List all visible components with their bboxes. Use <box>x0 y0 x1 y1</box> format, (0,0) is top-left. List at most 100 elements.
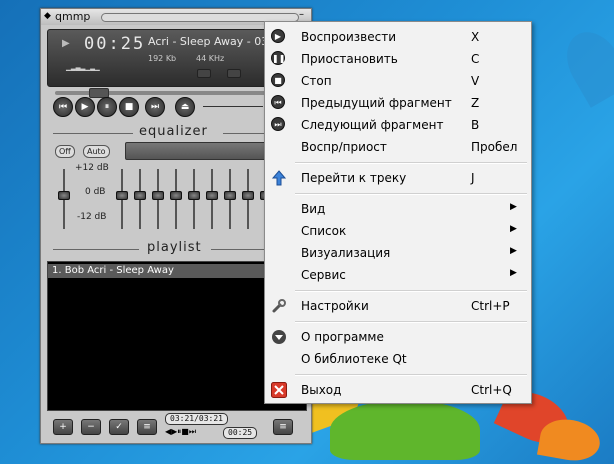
wrench-icon <box>271 298 287 314</box>
previous-icon: ⏮ <box>271 95 287 111</box>
menu-item-label: О программе <box>301 330 384 344</box>
menu-item-label: Визуализация <box>301 246 391 260</box>
wallpaper-leaf-green <box>330 400 480 460</box>
menu-item-shortcut: Пробел <box>471 140 518 154</box>
playlist-menu-button[interactable]: ≡ <box>273 419 293 435</box>
volume-slider-line[interactable] <box>203 106 263 107</box>
mini-transport-controls[interactable]: ◀▶⏸■⏭ <box>165 427 196 437</box>
menu-item-label: Настройки <box>301 299 369 313</box>
seek-bar[interactable] <box>55 88 291 98</box>
about-icon <box>271 329 287 345</box>
preamp-knob[interactable] <box>58 191 70 200</box>
wallpaper-leaf-right <box>555 22 614 108</box>
menu-item-visualization[interactable]: Визуализация ▶ <box>265 242 531 264</box>
play-button[interactable]: ▶ <box>75 97 95 117</box>
equalizer-rule-left <box>53 133 133 134</box>
menu-item-settings[interactable]: Настройки Ctrl+P <box>265 295 531 317</box>
eq-band-knob[interactable] <box>206 191 218 200</box>
eq-presets-bar[interactable] <box>125 142 267 160</box>
play-status-icon: ▶ <box>62 38 70 49</box>
menu-item-list[interactable]: Список ▶ <box>265 220 531 242</box>
menu-separator <box>295 193 527 195</box>
previous-button[interactable]: ⏮ <box>53 97 73 117</box>
equalizer-title: equalizer <box>139 124 208 139</box>
time-display: 00:25 <box>84 34 146 54</box>
position-display: 03:21/03:21 <box>165 413 228 425</box>
eq-auto-toggle[interactable]: Auto <box>83 145 110 158</box>
eq-band-knob[interactable] <box>116 191 128 200</box>
menu-item-play-pause[interactable]: Воспр/приост Пробел <box>265 136 531 158</box>
menu-item-about-qt[interactable]: О библиотеке Qt <box>265 348 531 370</box>
play-icon: ▶ <box>271 29 287 45</box>
menu-item-shortcut: J <box>471 171 475 185</box>
eq-band-knob[interactable] <box>242 191 254 200</box>
next-icon: ⏭ <box>271 117 287 133</box>
menu-item-about[interactable]: О программе <box>265 326 531 348</box>
remove-button[interactable]: − <box>81 419 101 435</box>
menu-item-service[interactable]: Сервис ▶ <box>265 264 531 286</box>
menu-item-shortcut: X <box>471 30 480 44</box>
balance-knob[interactable] <box>227 69 241 78</box>
exit-icon <box>271 382 287 398</box>
eq-band-knob[interactable] <box>170 191 182 200</box>
playlist-toolbar: + − ✓ ≡ 03:21/03:21 ◀▶⏸■⏭ 00:25 ≡ <box>47 411 305 441</box>
playlist-rule-left <box>53 249 139 250</box>
eq-band-knob[interactable] <box>188 191 200 200</box>
eq-band-knob[interactable] <box>152 191 164 200</box>
playlist-title: playlist <box>147 240 202 255</box>
menu-item-label: Воспроизвести <box>301 30 396 44</box>
menu-item-label: Предыдущий фрагмент <box>301 96 452 110</box>
menu-item-label: Список <box>301 224 347 238</box>
playlist-row-title: 1. Bob Acri - Sleep Away <box>52 265 174 276</box>
menu-item-pause[interactable]: ❚❚ Приостановить C <box>265 48 531 70</box>
misc-button[interactable]: ≡ <box>137 419 157 435</box>
menu-item-label: Перейти к треку <box>301 171 407 185</box>
db-zero-label: 0 dB <box>85 187 106 197</box>
samplerate-display: 44 KHz <box>196 54 225 63</box>
eq-band-knob[interactable] <box>224 191 236 200</box>
menu-item-label: Стоп <box>301 74 332 88</box>
menu-item-jump-to-track[interactable]: Перейти к треку J <box>265 167 531 189</box>
next-button[interactable]: ⏭ <box>145 97 165 117</box>
eq-off-toggle[interactable]: Off <box>55 145 75 158</box>
menu-item-shortcut: Z <box>471 96 480 110</box>
menu-item-label: Выход <box>301 383 342 397</box>
select-button[interactable]: ✓ <box>109 419 129 435</box>
visualization: ▁▂▃▂▁▂▁ <box>66 62 100 71</box>
menu-item-exit[interactable]: Выход Ctrl+Q <box>265 379 531 401</box>
db-minus-label: -12 dB <box>77 212 107 222</box>
menu-item-stop[interactable]: ■ Стоп V <box>265 70 531 92</box>
minimize-icon[interactable]: – <box>299 9 304 20</box>
menu-item-label: Вид <box>301 202 326 216</box>
db-plus-label: +12 dB <box>75 163 109 173</box>
menu-item-previous[interactable]: ⏮ Предыдущий фрагмент Z <box>265 92 531 114</box>
app-title: qmmp <box>55 10 91 23</box>
jump-arrow-icon <box>271 170 287 186</box>
menu-item-shortcut: V <box>471 74 480 88</box>
menu-separator <box>295 374 527 376</box>
menu-item-view[interactable]: Вид ▶ <box>265 198 531 220</box>
menu-item-play[interactable]: ▶ Воспроизвести X <box>265 26 531 48</box>
titlebar-menu-icon[interactable]: ◆ <box>44 11 51 21</box>
menu-item-shortcut: Ctrl+P <box>471 299 510 313</box>
eject-button[interactable]: ⏏ <box>175 97 195 117</box>
menu-separator <box>295 162 527 164</box>
menu-separator <box>295 290 527 292</box>
menu-item-label: Приостановить <box>301 52 398 66</box>
submenu-arrow-icon: ▶ <box>510 246 517 256</box>
add-button[interactable]: + <box>53 419 73 435</box>
submenu-arrow-icon: ▶ <box>510 224 517 234</box>
stop-button[interactable]: ■ <box>119 97 139 117</box>
eq-band-knob[interactable] <box>134 191 146 200</box>
context-menu: ▶ Воспроизвести X ❚❚ Приостановить C ■ С… <box>264 21 532 404</box>
menu-item-shortcut: B <box>471 118 480 132</box>
submenu-arrow-icon: ▶ <box>510 202 517 212</box>
menu-item-label: Сервис <box>301 268 346 282</box>
volume-knob[interactable] <box>197 69 211 78</box>
pause-icon: ❚❚ <box>271 51 287 67</box>
menu-item-label: Воспр/приост <box>301 140 387 154</box>
menu-item-shortcut: C <box>471 52 480 66</box>
menu-item-next[interactable]: ⏭ Следующий фрагмент B <box>265 114 531 136</box>
bitrate-display: 192 Kb <box>148 54 177 63</box>
pause-button[interactable]: ⏸ <box>97 97 117 117</box>
